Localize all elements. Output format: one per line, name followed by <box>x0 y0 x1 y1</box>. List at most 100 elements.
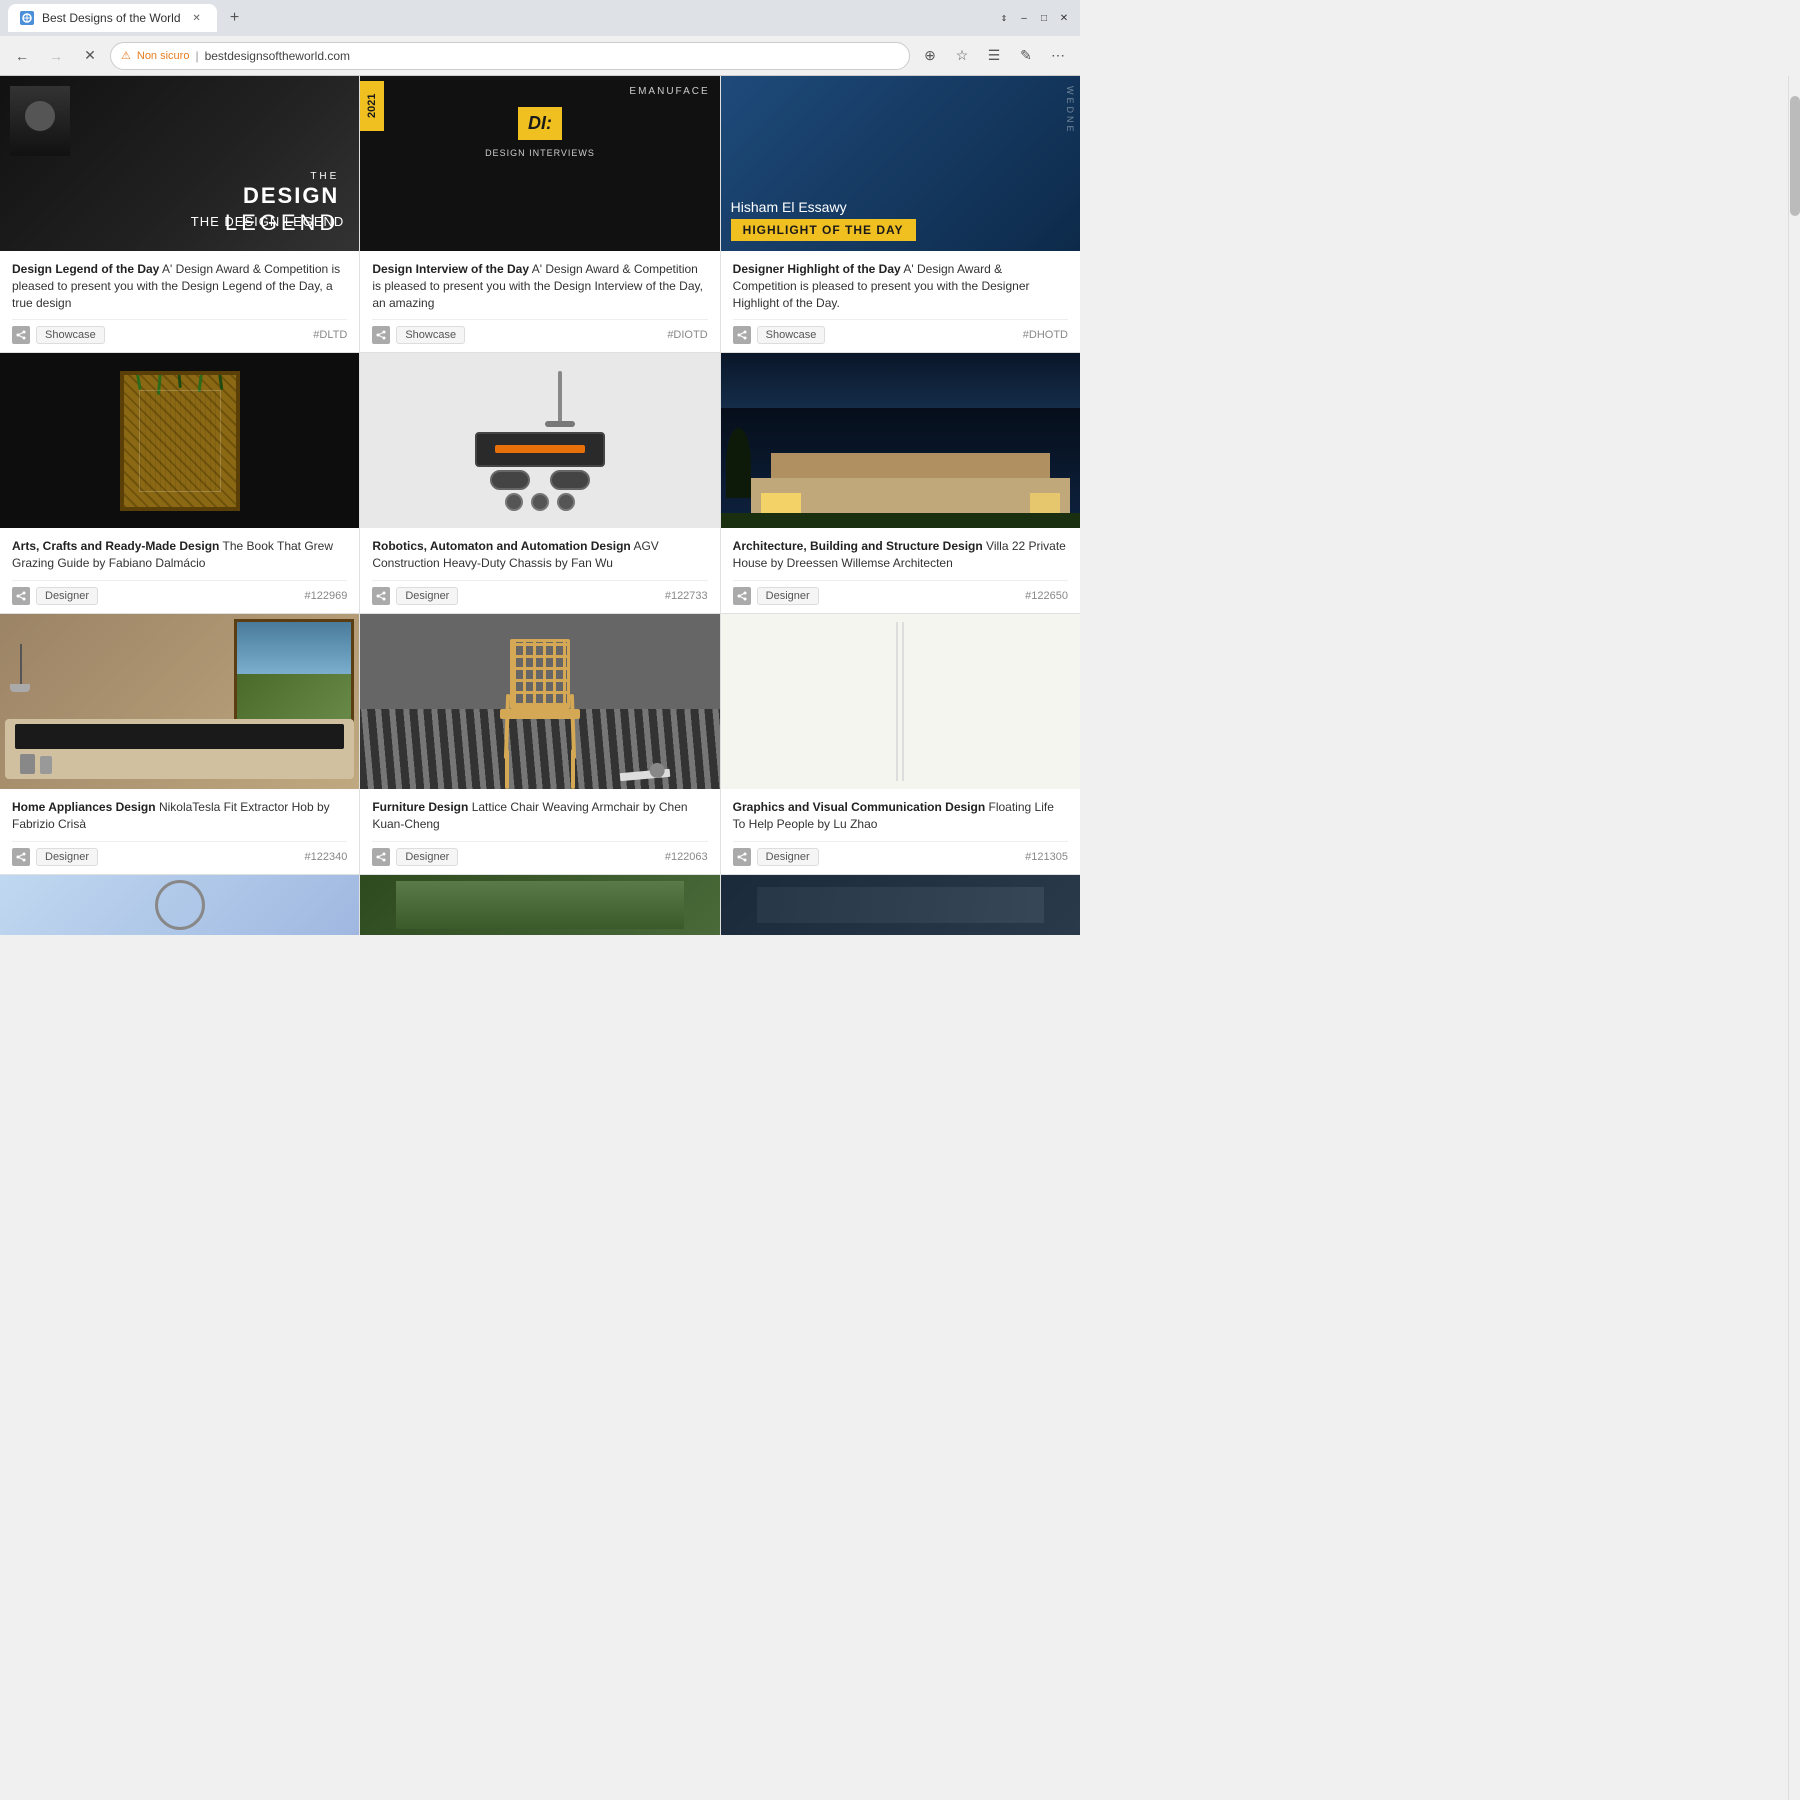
hashtag-highlight: #DHOTD <box>1023 329 1068 341</box>
wednesday-text: WEDNE <box>1065 86 1075 135</box>
hashtag-robotics: #122733 <box>665 590 708 602</box>
emanuface-text: EMANUFACE <box>629 86 709 97</box>
card-footer-furniture: Designer #122063 <box>372 841 707 866</box>
collections-button[interactable]: ☰ <box>980 42 1008 70</box>
extensions-button[interactable]: ⊕ <box>916 42 944 70</box>
browser-tab[interactable]: Best Designs of the World ✕ <box>8 4 217 32</box>
badge-home[interactable]: Designer <box>36 848 98 866</box>
security-label: Non sicuro <box>137 50 190 62</box>
card-image-legend: the DESIGN LEGEND <box>0 76 359 251</box>
badge-highlight[interactable]: Showcase <box>757 326 826 344</box>
cards-grid: the DESIGN LEGEND Design Legend of the D… <box>0 76 1080 935</box>
card-title-home: Home Appliances Design NikolaTesla Fit E… <box>12 799 347 833</box>
badge-interview[interactable]: Showcase <box>396 326 465 344</box>
badge-arts[interactable]: Designer <box>36 587 98 605</box>
card-body-highlight: Designer Highlight of the Day A' Design … <box>721 251 1080 352</box>
card-bottom-1 <box>0 875 359 935</box>
favorites-button[interactable]: ☆ <box>948 42 976 70</box>
card-image-robot <box>360 353 719 528</box>
card-bottom-2 <box>360 875 719 935</box>
card-body-legend: Design Legend of the Day A' Design Award… <box>0 251 359 352</box>
share-icon-legend[interactable] <box>12 326 30 344</box>
card-title-robotics: Robotics, Automaton and Automation Desig… <box>372 538 707 572</box>
card-body-home: Home Appliances Design NikolaTesla Fit E… <box>0 789 359 874</box>
hashtag-home: #122340 <box>305 851 348 863</box>
menu-button[interactable]: ⋯ <box>1044 42 1072 70</box>
restore-button[interactable]: ⇕ <box>996 10 1012 26</box>
share-icon-architecture[interactable] <box>733 587 751 605</box>
tab-favicon <box>20 11 34 25</box>
card-image-chair <box>360 614 719 789</box>
card-graphics: 鬼才詩 <box>721 614 1080 874</box>
share-icon-home[interactable] <box>12 848 30 866</box>
browser-window: Best Designs of the World ✕ + ⇕ – □ ✕ ← … <box>0 0 1080 935</box>
card-image-house <box>721 353 1080 528</box>
card-title-arts: Arts, Crafts and Ready-Made Design The B… <box>12 538 347 572</box>
page-content: the DESIGN LEGEND Design Legend of the D… <box>0 76 1080 935</box>
hashtag-furniture: #122063 <box>665 851 708 863</box>
minimize-button[interactable]: – <box>1016 10 1032 26</box>
card-image-kitchen <box>0 614 359 789</box>
card-title-architecture: Architecture, Building and Structure Des… <box>733 538 1068 572</box>
card-image-graphic: 鬼才詩 <box>721 614 1080 789</box>
share-icon-graphics[interactable] <box>733 848 751 866</box>
maximize-button[interactable]: □ <box>1036 10 1052 26</box>
address-separator: | <box>195 49 198 63</box>
di-sub: Design Interviews <box>485 148 595 158</box>
profile-button[interactable]: ✎ <box>1012 42 1040 70</box>
card-arts-crafts: Arts, Crafts and Ready-Made Design The B… <box>0 353 359 613</box>
share-icon-arts[interactable] <box>12 587 30 605</box>
badge-furniture[interactable]: Designer <box>396 848 458 866</box>
browser-toolbar: ← → ✕ ⚠ Non sicuro | bestdesignsofthewor… <box>0 36 1080 76</box>
card-designer-highlight: WEDNE Hisham El Essawy HIGHLIGHT OF THE … <box>721 76 1080 352</box>
tab-title: Best Designs of the World <box>42 11 181 25</box>
share-icon-highlight[interactable] <box>733 326 751 344</box>
security-warning-icon: ⚠ <box>121 49 131 62</box>
badge-robotics[interactable]: Designer <box>396 587 458 605</box>
address-bar[interactable]: ⚠ Non sicuro | bestdesignsoftheworld.com <box>110 42 910 70</box>
badge-legend[interactable]: Showcase <box>36 326 105 344</box>
hashtag-interview: #DIOTD <box>667 329 707 341</box>
card-body-furniture: Furniture Design Lattice Chair Weaving A… <box>360 789 719 874</box>
reload-button[interactable]: ✕ <box>76 42 104 70</box>
card-image-bottom2 <box>360 875 719 935</box>
card-footer-robotics: Designer #122733 <box>372 580 707 605</box>
forward-button[interactable]: → <box>42 42 70 70</box>
share-icon-interview[interactable] <box>372 326 390 344</box>
new-tab-button[interactable]: + <box>221 4 249 32</box>
card-bottom-3 <box>721 875 1080 935</box>
card-body-architecture: Architecture, Building and Structure Des… <box>721 528 1080 613</box>
highlight-person-name: Hisham El Essawy <box>731 199 847 215</box>
card-robotics: Robotics, Automaton and Automation Desig… <box>360 353 719 613</box>
close-button[interactable]: ✕ <box>1056 10 1072 26</box>
share-icon-robotics[interactable] <box>372 587 390 605</box>
card-footer-legend: Showcase #DLTD <box>12 319 347 344</box>
card-image-interview: 2021 EMANUFACE DI: Design Interviews <box>360 76 719 251</box>
hashtag-graphics: #121305 <box>1025 851 1068 863</box>
card-home-appliances: Home Appliances Design NikolaTesla Fit E… <box>0 614 359 874</box>
card-footer-interview: Showcase #DIOTD <box>372 319 707 344</box>
card-body-arts: Arts, Crafts and Ready-Made Design The B… <box>0 528 359 613</box>
year-badge: 2021 <box>360 81 384 131</box>
card-footer-highlight: Showcase #DHOTD <box>733 319 1068 344</box>
card-title-legend: Design Legend of the Day A' Design Award… <box>12 261 347 311</box>
card-design-interview: 2021 EMANUFACE DI: Design Interviews Des… <box>360 76 719 352</box>
share-icon-furniture[interactable] <box>372 848 390 866</box>
highlight-banner: HIGHLIGHT OF THE DAY <box>731 219 916 241</box>
card-title-graphics: Graphics and Visual Communication Design… <box>733 799 1068 833</box>
window-controls: ⇕ – □ ✕ <box>996 10 1072 26</box>
badge-architecture[interactable]: Designer <box>757 587 819 605</box>
back-button[interactable]: ← <box>8 42 36 70</box>
badge-graphics[interactable]: Designer <box>757 848 819 866</box>
card-footer-arts: Designer #122969 <box>12 580 347 605</box>
card-title-interview: Design Interview of the Day A' Design Aw… <box>372 261 707 311</box>
card-design-legend: the DESIGN LEGEND Design Legend of the D… <box>0 76 359 352</box>
card-image-book <box>0 353 359 528</box>
card-title-highlight: Designer Highlight of the Day A' Design … <box>733 261 1068 311</box>
tab-close-icon[interactable]: ✕ <box>189 10 205 26</box>
address-text: bestdesignsoftheworld.com <box>205 49 350 63</box>
hashtag-architecture: #122650 <box>1025 590 1068 602</box>
card-image-bottom3 <box>721 875 1080 935</box>
card-image-highlight: WEDNE Hisham El Essawy HIGHLIGHT OF THE … <box>721 76 1080 251</box>
card-furniture: Furniture Design Lattice Chair Weaving A… <box>360 614 719 874</box>
